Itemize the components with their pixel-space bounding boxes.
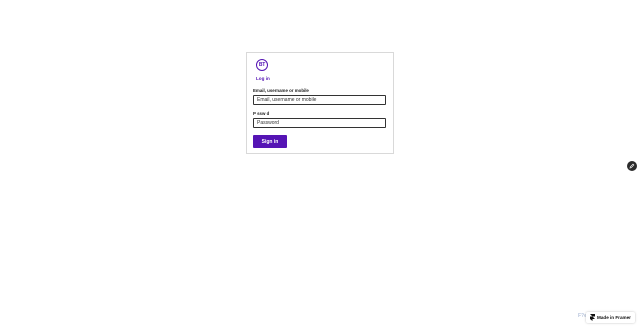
framer-logo-icon xyxy=(590,314,595,321)
login-link[interactable]: Log in xyxy=(256,76,270,81)
bt-logo: BT xyxy=(256,59,268,71)
email-label: Email, username or mobile xyxy=(253,88,309,93)
sign-in-button[interactable]: Sign in xyxy=(253,135,287,148)
framer-badge-label: Made in Framer xyxy=(597,315,631,320)
pencil-icon xyxy=(629,163,635,169)
made-in-framer-badge[interactable]: Made in Framer xyxy=(586,312,635,323)
password-label: P ssw d xyxy=(253,111,270,116)
bt-logo-text: BT xyxy=(258,62,266,68)
email-field[interactable] xyxy=(253,95,386,105)
edit-fab-button[interactable] xyxy=(627,161,637,171)
login-card: BT Log in Email, username or mobile P ss… xyxy=(246,52,394,154)
password-field[interactable] xyxy=(253,118,386,128)
